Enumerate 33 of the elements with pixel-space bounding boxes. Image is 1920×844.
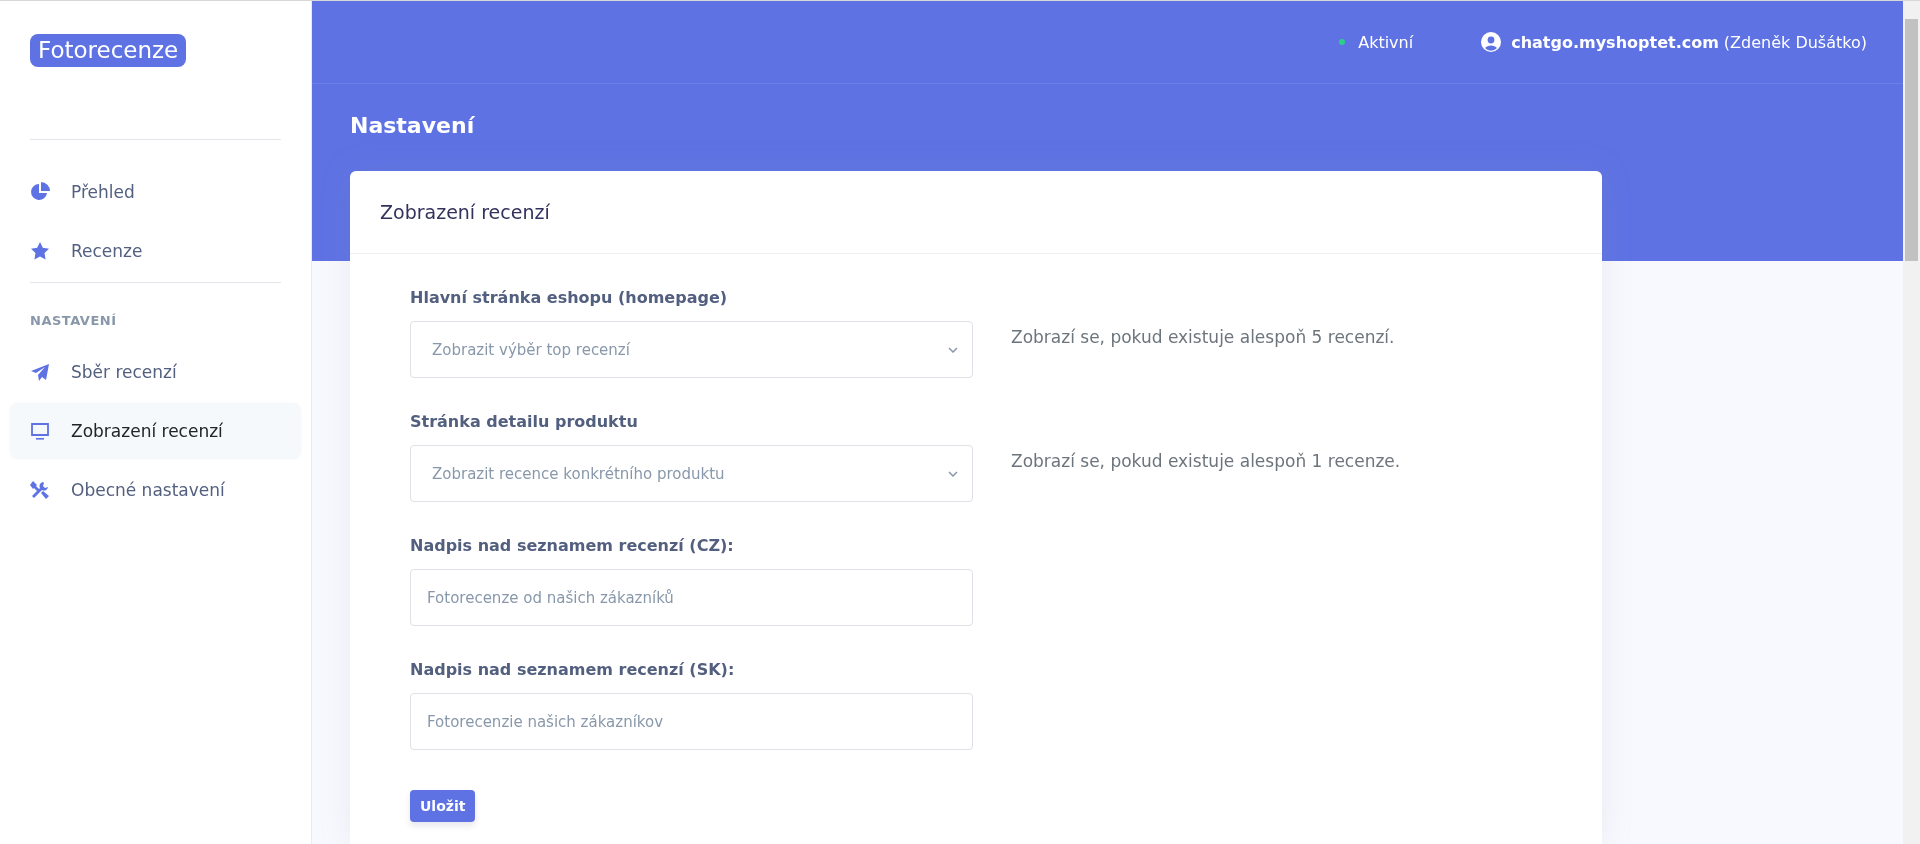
field-label: Stránka detailu produktu [410,412,639,431]
user-avatar-icon [1481,32,1502,52]
star-icon [30,241,50,261]
monitor-icon [30,421,50,441]
select-field[interactable]: Zobrazit výběr top recenzí [410,321,973,378]
user-name[interactable]: (Zdeněk Dušátko) [1723,32,1867,52]
save-button[interactable]: Uložit [410,790,476,822]
page-title: Nastavení [349,112,476,138]
paper-plane-icon [30,362,50,382]
field-label: Nadpis nad seznamem recenzí (CZ): [410,536,735,555]
field-label: Nadpis nad seznamem recenzí (SK): [410,660,736,679]
sidebar-item[interactable]: Obecné nastavení [10,462,301,518]
sidebar-item[interactable]: Přehled [10,164,301,220]
nav-heading: NASTAVENÍ [29,312,118,330]
field-label: Hlavní stránka eshopu (homepage) [410,288,729,307]
pie-chart-icon [30,182,50,202]
input-field[interactable]: Fotorecenzie našich zákazníkov [410,693,973,750]
shop-name[interactable]: chatgo.myshoptet.com [1511,32,1719,52]
sidebar-item[interactable]: Zobrazení recenzí [10,403,301,459]
logo[interactable]: Fotorecenze [30,34,187,67]
help-text: Zobrazí se, pokud existuje alespoň 5 recenzí. [1011,327,1395,347]
tools-icon [30,480,50,500]
scroll-thumb[interactable] [1905,19,1918,261]
scrollbar[interactable] [1903,1,1920,844]
status-label: Aktivní [1358,32,1414,52]
sidebar-item[interactable]: Sběr recenzí [10,344,301,400]
card-title: Zobrazení recenzí [350,171,1602,254]
sidebar-item[interactable]: Recenze [10,223,301,279]
input-field[interactable]: Fotorecenze od našich zákazníků [410,569,973,626]
select-field[interactable]: Zobrazit recence konkrétního produktu [410,445,973,502]
chevron-down-icon [948,346,958,353]
chevron-down-icon [948,470,958,477]
help-text: Zobrazí se, pokud existuje alespoň 1 recenze. [1011,451,1401,471]
